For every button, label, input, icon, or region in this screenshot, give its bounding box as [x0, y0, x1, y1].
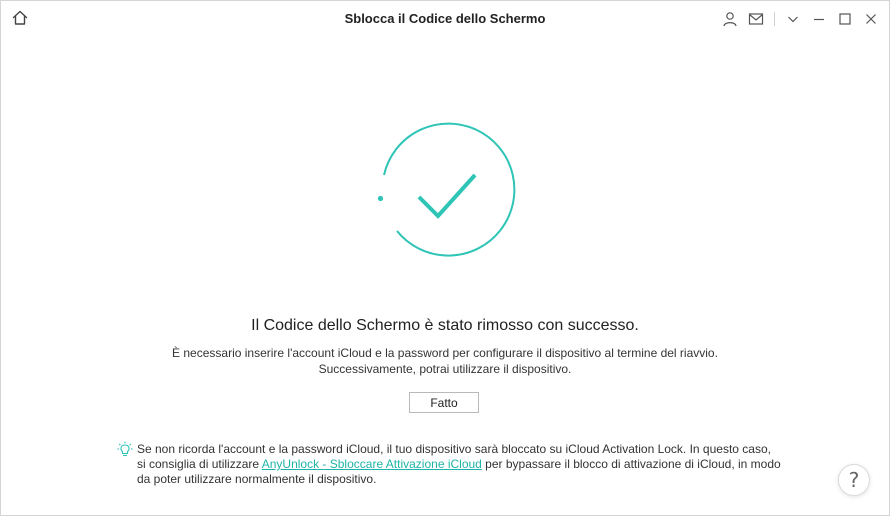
success-graphic	[371, 121, 521, 271]
menu-button[interactable]	[783, 9, 803, 29]
tip-text: Se non ricorda l'account e la password i…	[137, 442, 782, 487]
window-controls	[714, 9, 881, 29]
title-bar: Sblocca il Codice dello Schermo	[1, 1, 889, 37]
app-window: Sblocca il Codice dello Schermo Il Codic…	[0, 0, 890, 516]
maximize-button[interactable]	[835, 9, 855, 29]
user-icon	[723, 12, 737, 27]
close-button[interactable]	[861, 9, 881, 29]
done-button[interactable]: Fatto	[409, 392, 479, 413]
minimize-button[interactable]	[809, 9, 829, 29]
help-icon: ?	[848, 468, 860, 492]
chevron-down-icon	[788, 16, 798, 23]
description-line-2: Successivamente, potrai utilizzare il di…	[318, 362, 572, 376]
help-button[interactable]: ?	[838, 464, 870, 496]
success-description: È necessario inserire l'account iCloud e…	[1, 345, 889, 377]
close-icon	[866, 14, 876, 24]
checkmark-circle-icon	[377, 122, 516, 257]
description-line-1: È necessario inserire l'account iCloud e…	[172, 346, 718, 360]
mail-icon	[748, 13, 764, 25]
success-headline: Il Codice dello Schermo è stato rimosso …	[251, 317, 639, 334]
mail-button[interactable]	[746, 9, 766, 29]
controls-separator	[774, 12, 775, 26]
lightbulb-icon	[117, 441, 133, 457]
maximize-icon	[839, 13, 851, 25]
anyunlock-link[interactable]: AnyUnlock - Sbloccare Attivazione iCloud	[262, 457, 482, 471]
account-button[interactable]	[720, 9, 740, 29]
minimize-icon	[814, 18, 824, 21]
